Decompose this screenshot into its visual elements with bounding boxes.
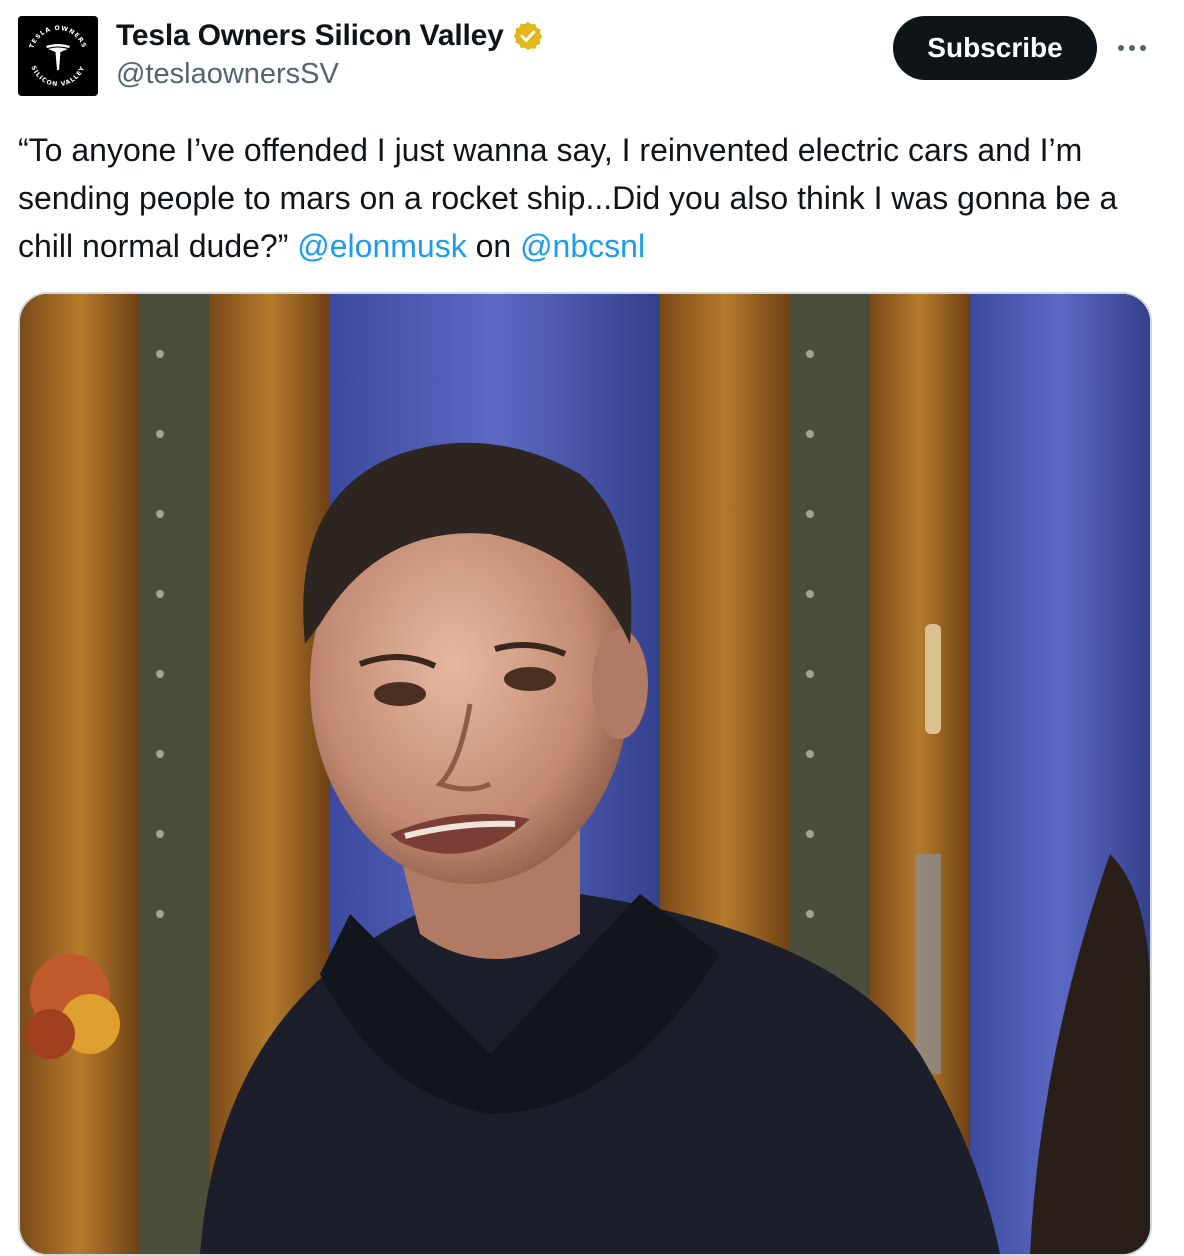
avatar[interactable]: TESLA OWNERS SILICON VALLEY (18, 16, 98, 96)
tweet-connector: on (475, 228, 512, 264)
tweet-card: TESLA OWNERS SILICON VALLEY Tesla Owners… (0, 0, 1184, 1256)
more-options-button[interactable] (1110, 30, 1154, 66)
mention-nbcsnl[interactable]: @nbcsnl (520, 228, 645, 264)
author-handle[interactable]: @teslaownersSV (116, 58, 339, 91)
tweet-media[interactable] (18, 292, 1152, 1256)
verified-badge-icon (512, 20, 544, 52)
mention-elonmusk[interactable]: @elonmusk (297, 228, 466, 264)
video-thumbnail (20, 294, 1150, 1254)
author-name-row: Tesla Owners Silicon Valley (116, 16, 544, 56)
tesla-logo-icon: TESLA OWNERS SILICON VALLEY (18, 16, 98, 96)
subscribe-button[interactable]: Subscribe (893, 16, 1097, 80)
display-name[interactable]: Tesla Owners Silicon Valley (116, 19, 504, 53)
more-horizontal-icon (1118, 45, 1146, 51)
tweet-text: “To anyone I’ve offended I just wanna sa… (18, 126, 1158, 270)
